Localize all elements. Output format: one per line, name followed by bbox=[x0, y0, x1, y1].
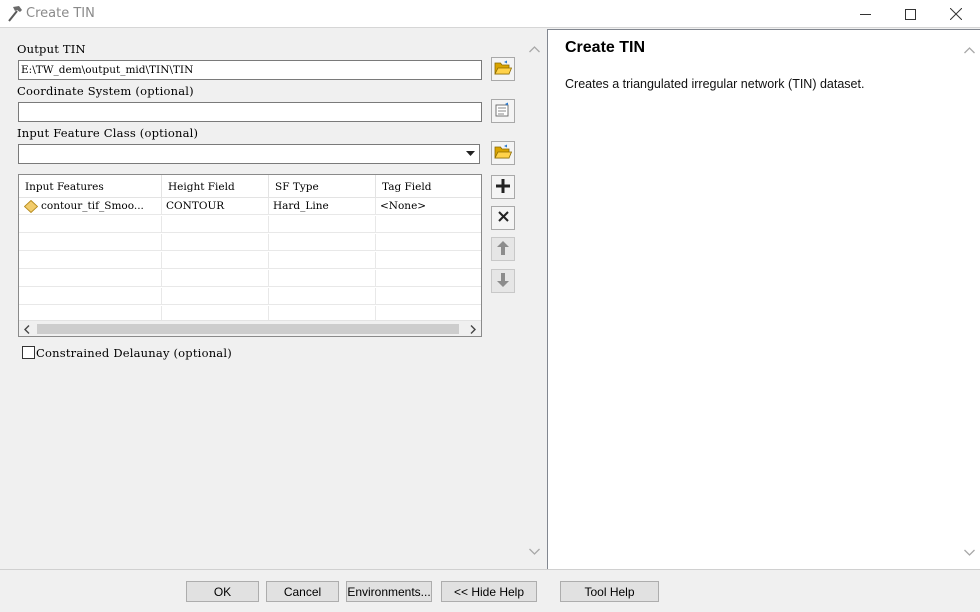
browse-input-feature-class-button[interactable] bbox=[491, 141, 515, 165]
move-down-button[interactable] bbox=[491, 269, 515, 293]
polygon-feature-icon bbox=[23, 199, 39, 215]
help-title: Create TIN bbox=[565, 39, 646, 56]
table-row[interactable]: contour_tif_Smoo... CONTOUR Hard_Line <N… bbox=[19, 198, 481, 215]
folder-open-icon bbox=[494, 144, 513, 163]
parameters-vertical-scrollbar[interactable] bbox=[526, 37, 543, 564]
window-title: Create TIN bbox=[26, 6, 95, 21]
scroll-up-icon[interactable] bbox=[526, 41, 543, 58]
help-description: Creates a triangulated irregular network… bbox=[565, 77, 865, 91]
output-tin-label: Output TIN bbox=[17, 42, 86, 56]
close-button[interactable] bbox=[933, 0, 979, 28]
remove-row-button[interactable] bbox=[491, 206, 515, 230]
input-features-table[interactable]: Input Features Height Field SF Type Tag … bbox=[18, 174, 482, 337]
table-header: Input Features Height Field SF Type Tag … bbox=[19, 175, 481, 198]
constrained-delaunay-checkbox[interactable] bbox=[22, 346, 35, 359]
sf-type-cell[interactable]: Hard_Line bbox=[269, 198, 376, 215]
close-icon bbox=[950, 8, 962, 20]
height-field-cell[interactable]: CONTOUR bbox=[162, 198, 269, 215]
environments-button[interactable]: Environments... bbox=[346, 581, 432, 602]
help-vertical-scrollbar[interactable] bbox=[961, 38, 978, 565]
column-header-input-features[interactable]: Input Features bbox=[19, 175, 162, 198]
spatial-reference-icon bbox=[494, 102, 512, 121]
maximize-button[interactable] bbox=[887, 0, 933, 28]
scroll-up-icon[interactable] bbox=[961, 42, 978, 59]
remove-icon bbox=[497, 211, 509, 225]
dropdown-arrow-icon[interactable] bbox=[462, 146, 478, 162]
hide-help-button[interactable]: << Hide Help bbox=[441, 581, 537, 602]
move-down-icon bbox=[497, 272, 509, 290]
scroll-down-icon[interactable] bbox=[961, 544, 978, 561]
ok-button[interactable]: OK bbox=[186, 581, 259, 602]
input-features-cell[interactable]: contour_tif_Smoo... bbox=[19, 198, 162, 215]
table-row-empty bbox=[19, 252, 481, 269]
minimize-button[interactable] bbox=[842, 0, 888, 28]
table-row-empty bbox=[19, 270, 481, 287]
column-header-sf-type[interactable]: SF Type bbox=[269, 175, 376, 198]
add-row-button[interactable] bbox=[491, 175, 515, 199]
help-panel: Create TIN Creates a triangulated irregu… bbox=[547, 29, 980, 569]
dialog-button-bar: OK Cancel Environments... << Hide Help T… bbox=[0, 569, 980, 612]
add-icon bbox=[496, 178, 510, 196]
parameters-panel: Output TIN E:\TW_dem\output_mid\TIN\TIN … bbox=[0, 29, 544, 569]
table-horizontal-scrollbar[interactable] bbox=[19, 320, 481, 336]
input-feature-class-label: Input Feature Class (optional) bbox=[17, 126, 199, 140]
tool-help-button[interactable]: Tool Help bbox=[560, 581, 659, 602]
tag-field-cell[interactable]: <None> bbox=[376, 198, 481, 215]
coordinate-system-properties-button[interactable] bbox=[491, 99, 515, 123]
table-row-empty bbox=[19, 288, 481, 305]
browse-output-button[interactable] bbox=[491, 57, 515, 81]
hammer-icon bbox=[5, 5, 23, 23]
maximize-icon bbox=[904, 8, 916, 20]
move-up-button[interactable] bbox=[491, 237, 515, 261]
input-feature-class-dropdown[interactable] bbox=[18, 144, 480, 164]
constrained-delaunay-label[interactable]: Constrained Delaunay (optional) bbox=[36, 346, 232, 360]
move-up-icon bbox=[497, 240, 509, 258]
table-row-empty bbox=[19, 216, 481, 233]
table-row-empty bbox=[19, 234, 481, 251]
input-features-value: contour_tif_Smoo... bbox=[41, 200, 144, 212]
scroll-left-icon[interactable] bbox=[19, 321, 35, 336]
column-header-height-field[interactable]: Height Field bbox=[162, 175, 269, 198]
coordinate-system-label: Coordinate System (optional) bbox=[17, 84, 194, 98]
column-header-tag-field[interactable]: Tag Field bbox=[376, 175, 481, 198]
title-bar: Create TIN bbox=[0, 0, 980, 28]
folder-open-icon bbox=[494, 60, 513, 79]
cancel-button[interactable]: Cancel bbox=[266, 581, 339, 602]
minimize-icon bbox=[859, 9, 871, 20]
scroll-down-icon[interactable] bbox=[526, 543, 543, 560]
coordinate-system-input[interactable] bbox=[18, 102, 482, 122]
output-tin-input[interactable]: E:\TW_dem\output_mid\TIN\TIN bbox=[18, 60, 482, 80]
scrollbar-thumb[interactable] bbox=[37, 324, 459, 334]
scroll-right-icon[interactable] bbox=[465, 321, 481, 336]
